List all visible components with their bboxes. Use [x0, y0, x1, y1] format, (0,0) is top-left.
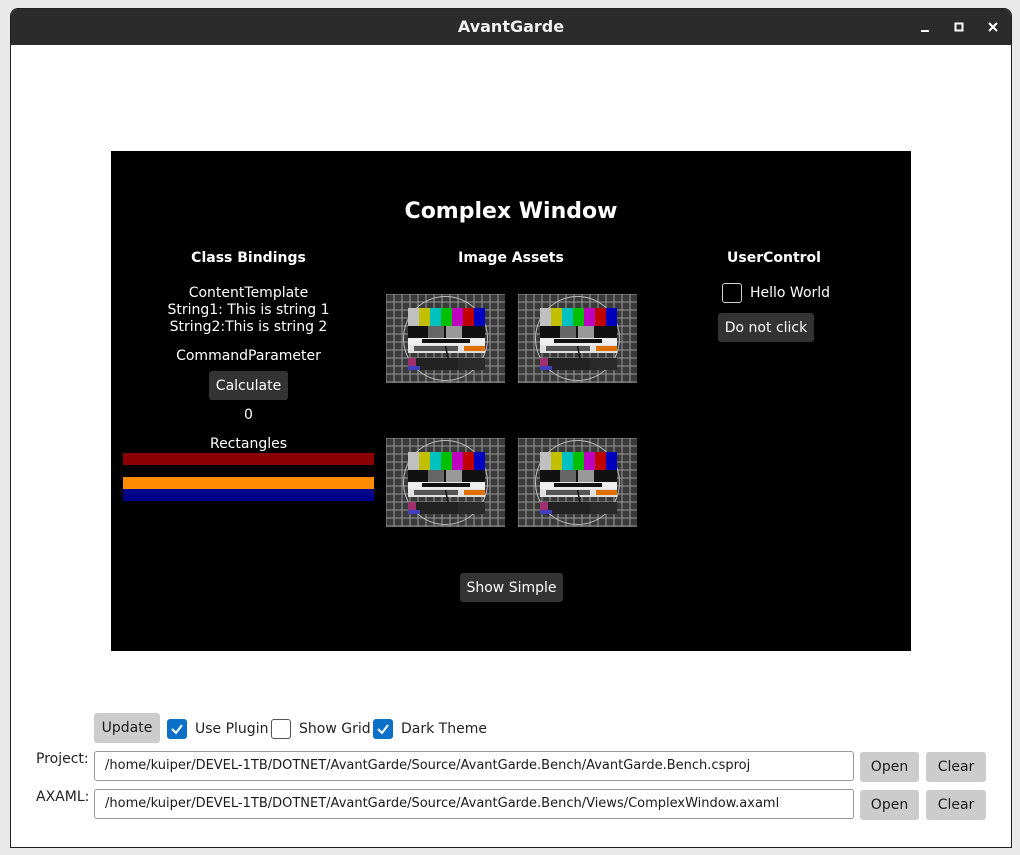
- show-grid-checkbox[interactable]: [271, 719, 291, 739]
- axaml-label: AXAML:: [36, 789, 90, 805]
- rectangle-dark-red: [123, 453, 374, 465]
- calculate-button[interactable]: Calculate: [209, 371, 288, 400]
- app-window: AvantGarde Complex Window Class Bindings…: [10, 8, 1012, 848]
- maximize-icon[interactable]: [950, 18, 968, 36]
- axaml-clear-button[interactable]: Clear: [926, 790, 986, 820]
- test-card-image: [386, 438, 505, 527]
- content-template-label: ContentTemplate: [188, 285, 309, 301]
- hello-world-label: Hello World: [750, 285, 831, 301]
- image-assets-title: Image Assets: [458, 250, 564, 266]
- rectangle-orange: [123, 477, 374, 489]
- dark-theme-label: Dark Theme: [401, 721, 487, 737]
- calculate-result: 0: [244, 407, 253, 423]
- project-open-button[interactable]: Open: [860, 752, 919, 782]
- update-button[interactable]: Update: [94, 713, 160, 743]
- class-bindings-title: Class Bindings: [191, 250, 306, 266]
- show-grid-label: Show Grid: [299, 721, 371, 737]
- close-icon[interactable]: [984, 18, 1002, 36]
- test-card-image: [518, 294, 637, 383]
- string1-text: String1: This is string 1: [167, 302, 330, 318]
- project-clear-button[interactable]: Clear: [926, 752, 986, 782]
- preview-panel: Complex Window Class Bindings ContentTem…: [111, 151, 911, 651]
- checkmark-icon: [171, 724, 183, 735]
- test-card-image: [386, 294, 505, 383]
- do-not-click-button[interactable]: Do not click: [718, 313, 814, 342]
- project-path-field[interactable]: /home/kuiper/DEVEL-1TB/DOTNET/AvantGarde…: [94, 751, 854, 781]
- window-title: AvantGarde: [457, 17, 565, 36]
- user-control-title: UserControl: [727, 250, 821, 266]
- project-label: Project:: [36, 751, 89, 767]
- axaml-path-field[interactable]: /home/kuiper/DEVEL-1TB/DOTNET/AvantGarde…: [94, 789, 854, 819]
- title-bar[interactable]: AvantGarde: [11, 9, 1011, 45]
- test-card-image: [518, 438, 637, 527]
- checkmark-icon: [377, 724, 389, 735]
- string2-text: String2:This is string 2: [169, 319, 328, 335]
- minimize-icon[interactable]: [916, 18, 934, 36]
- rectangles-label: Rectangles: [209, 436, 288, 452]
- use-plugin-checkbox[interactable]: [167, 719, 187, 739]
- axaml-open-button[interactable]: Open: [860, 790, 919, 820]
- dark-theme-checkbox[interactable]: [373, 719, 393, 739]
- show-simple-button[interactable]: Show Simple: [460, 573, 563, 602]
- use-plugin-label: Use Plugin: [195, 721, 269, 737]
- command-parameter-label: CommandParameter: [176, 348, 321, 364]
- preview-heading: Complex Window: [404, 199, 618, 224]
- hello-world-checkbox[interactable]: [722, 283, 742, 303]
- rectangle-dark-blue: [123, 489, 374, 501]
